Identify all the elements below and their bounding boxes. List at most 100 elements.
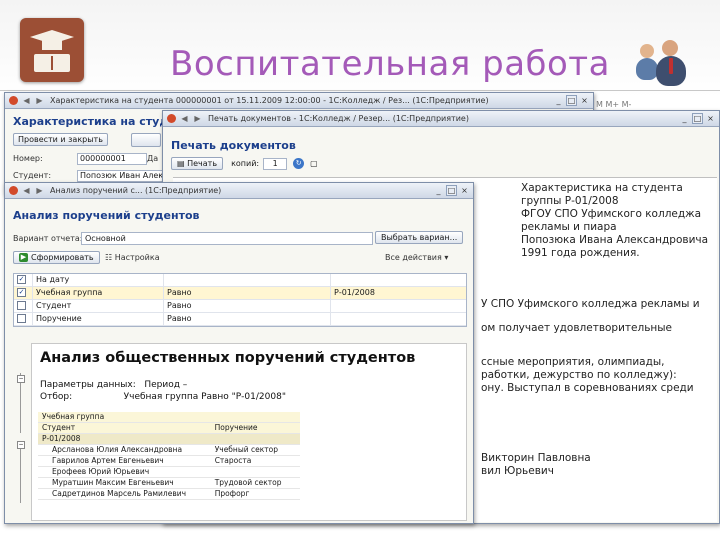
- student-field[interactable]: Попозюк Иван Александрович: [77, 170, 167, 182]
- save-button[interactable]: [131, 133, 161, 147]
- group-outline[interactable]: − −: [17, 373, 25, 503]
- doc-line: вил Юрьевич: [481, 465, 554, 477]
- window-titlebar[interactable]: ◀ ▶ Печать документов - 1С:Колледж / Рез…: [163, 111, 719, 127]
- forward-icon[interactable]: ▶: [35, 96, 44, 105]
- table-row[interactable]: Садретдинов Марсель Рамилевич Профорг: [38, 489, 300, 500]
- table-row[interactable]: Муратшин Максим Евгеньевич Трудовой секто…: [38, 478, 300, 489]
- print-toolbar: ▤ Печать копий: 1 ↻ ▢: [171, 157, 318, 170]
- settings-button[interactable]: ☷ Настройка: [105, 253, 160, 262]
- student-cell: Муратшин Максим Евгеньевич: [52, 478, 174, 487]
- run-icon: ▶: [19, 253, 28, 262]
- back-icon[interactable]: ◀: [22, 96, 31, 105]
- report-sheet: Анализ общественных поручений студентов …: [31, 343, 467, 521]
- filter-row[interactable]: ✓ Учебная группа Равно Р-01/2008: [14, 287, 466, 300]
- table-row[interactable]: Арсланова Юлия Александровна Учебный сект…: [38, 445, 300, 456]
- copies-input[interactable]: 1: [263, 157, 288, 170]
- window-titlebar[interactable]: ◀ ▶ Характеристика на студента 000000001…: [5, 93, 593, 109]
- group-row[interactable]: Р-01/2008: [38, 434, 300, 445]
- doc-line: У СПО Уфимского колледжа рекламы и: [481, 298, 700, 310]
- minimize-button[interactable]: _: [553, 95, 564, 106]
- col-student-header: Студент: [42, 423, 76, 432]
- generate-button-label: Сформировать: [31, 253, 94, 262]
- close-button[interactable]: ×: [705, 113, 716, 124]
- settings-icon: ☷: [105, 253, 115, 262]
- assignment-cell: Учебный сектор: [214, 445, 278, 454]
- print-button-label: Печать: [187, 159, 218, 168]
- assignment-cell: [213, 467, 300, 477]
- back-icon[interactable]: ◀: [180, 114, 189, 123]
- app-icon: [167, 114, 176, 123]
- doc-line: Попозюка Ивана Александровича: [521, 234, 709, 246]
- table-header-group: Учебная группа: [38, 412, 300, 423]
- filter-checkbox[interactable]: [17, 313, 26, 323]
- back-icon[interactable]: ◀: [22, 186, 31, 195]
- post-and-close-button[interactable]: Провести и закрыть: [13, 133, 108, 146]
- forward-icon[interactable]: ▶: [35, 186, 44, 195]
- assignment-cell: Трудовой сектор: [214, 478, 282, 487]
- filter-value[interactable]: [331, 300, 457, 312]
- collapse-toggle[interactable]: −: [17, 441, 25, 449]
- minimize-button[interactable]: _: [433, 185, 444, 196]
- close-button[interactable]: ×: [459, 185, 470, 196]
- filter-value[interactable]: [331, 274, 457, 286]
- filter-condition[interactable]: Равно: [164, 300, 331, 312]
- all-actions-menu[interactable]: Все действия ▾: [385, 253, 448, 262]
- number-field[interactable]: 000000001: [77, 153, 147, 165]
- doc-line: работки, дежурство по колледжу):: [481, 369, 677, 381]
- report-table: Учебная группа Студент Поручение Р-01/200…: [38, 412, 300, 500]
- window-titlebar[interactable]: ◀ ▶ Анализ поручений с... (1С:Предприяти…: [5, 183, 473, 199]
- forward-icon[interactable]: ▶: [193, 114, 202, 123]
- doc-line: 1991 года рождения.: [521, 247, 640, 259]
- app-icon: [9, 96, 18, 105]
- params-label: Параметры данных:: [40, 380, 136, 390]
- filter-name: На дату: [33, 274, 164, 286]
- minimize-button[interactable]: _: [679, 113, 690, 124]
- title-divider: [0, 90, 720, 91]
- table-header: Студент Поручение: [38, 423, 300, 434]
- filter-checkbox[interactable]: ✓: [17, 287, 26, 297]
- filter-checkbox[interactable]: [17, 300, 26, 310]
- college-logo-icon: [20, 18, 84, 82]
- memory-buttons-2[interactable]: M M+ M-: [596, 100, 631, 109]
- window-title: Печать документов - 1С:Колледж / Резер..…: [208, 114, 469, 123]
- col-assignment-header: Поручение: [214, 423, 258, 432]
- slide-title: Воспитательная работа: [170, 44, 610, 84]
- filter-name: Поручение: [33, 313, 164, 325]
- student-cell: Арсланова Юлия Александровна: [52, 445, 183, 454]
- student-label: Студент:: [13, 171, 52, 180]
- preview-icon[interactable]: ▢: [310, 159, 318, 168]
- collapse-toggle[interactable]: −: [17, 375, 25, 383]
- filter-value[interactable]: [331, 313, 457, 325]
- filter-condition[interactable]: [164, 274, 331, 286]
- group-name: Р-01/2008: [42, 434, 81, 443]
- table-row[interactable]: Гаврилов Артем Евгеньевич Староста: [38, 456, 300, 467]
- filter-label: Отбор:: [40, 392, 73, 402]
- print-button[interactable]: ▤ Печать: [171, 157, 224, 170]
- table-row[interactable]: Ерофеев Юрий Юрьевич: [38, 467, 300, 478]
- generate-button[interactable]: ▶ Сформировать: [13, 251, 100, 264]
- close-button[interactable]: ×: [579, 95, 590, 106]
- doc-line: группы Р-01/2008: [521, 195, 619, 207]
- filter-row[interactable]: Поручение Равно: [14, 313, 466, 326]
- filter-row[interactable]: Студент Равно: [14, 300, 466, 313]
- filter-value[interactable]: Р-01/2008: [331, 287, 457, 299]
- doc-line: ом получает удовлетворительные: [481, 322, 673, 334]
- variant-field[interactable]: Основной: [81, 232, 373, 245]
- filter-checkbox[interactable]: ✓: [17, 274, 26, 284]
- report-title: Анализ общественных поручений студентов: [40, 350, 416, 366]
- filter-row[interactable]: ✓ На дату: [14, 274, 466, 287]
- student-cell: Ерофеев Юрий Юрьевич: [52, 467, 150, 476]
- date-label: Да: [147, 154, 159, 163]
- maximize-button[interactable]: □: [692, 113, 703, 124]
- choose-variant-button[interactable]: Выбрать вариан...: [375, 231, 464, 244]
- refresh-icon[interactable]: ↻: [293, 158, 305, 169]
- assignment-analysis-window[interactable]: ◀ ▶ Анализ поручений с... (1С:Предприяти…: [4, 182, 474, 524]
- doc-line: ФГОУ СПО Уфимского колледжа: [521, 208, 702, 220]
- maximize-button[interactable]: □: [566, 95, 577, 106]
- filter-condition[interactable]: Равно: [164, 287, 331, 299]
- filter-table: ✓ На дату ✓ Учебная группа Равно Р-01/20…: [13, 273, 467, 327]
- form-title: Печать документов: [171, 139, 296, 152]
- filter-condition[interactable]: Равно: [164, 313, 331, 325]
- maximize-button[interactable]: □: [446, 185, 457, 196]
- doc-line: рекламы и пиара: [521, 221, 617, 233]
